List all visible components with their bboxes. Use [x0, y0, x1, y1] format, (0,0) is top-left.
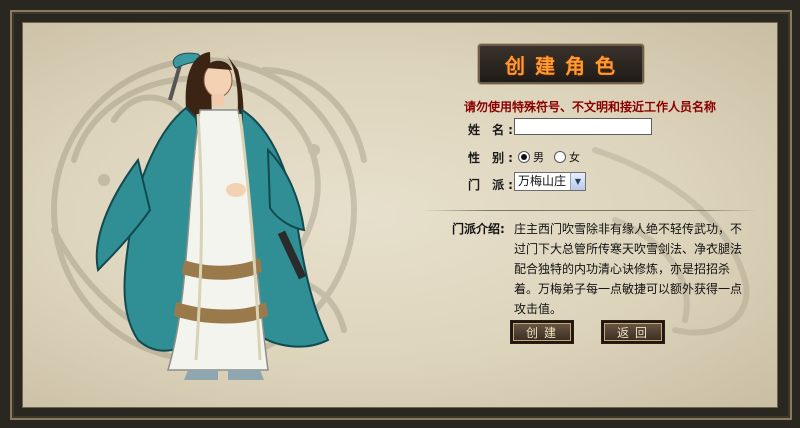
create-button[interactable]: 创建	[511, 321, 573, 343]
gender-radio-group: 男 女	[518, 149, 590, 165]
name-input[interactable]	[514, 118, 652, 135]
divider	[422, 210, 758, 211]
naming-warning: 请勿使用特殊符号、不文明和接近工作人员名称	[463, 100, 716, 114]
sect-label: 门 派:	[468, 178, 517, 192]
back-button[interactable]: 返回	[602, 321, 664, 343]
page-title: 创建角色	[505, 53, 625, 78]
title-plaque: 创建角色	[478, 44, 644, 84]
gender-female-label[interactable]: 女	[569, 149, 580, 165]
gender-male-label[interactable]: 男	[533, 149, 544, 165]
sect-intro-label: 门派介绍:	[452, 222, 505, 236]
gender-label: 性 别:	[468, 151, 517, 165]
back-button-label: 返回	[616, 325, 653, 340]
sect-select[interactable]: 万梅山庄 ▼	[514, 172, 586, 191]
chevron-down-icon[interactable]: ▼	[570, 173, 585, 190]
swordsman-character-icon	[95, 52, 330, 380]
gender-male-radio[interactable]	[518, 151, 530, 163]
sect-selected-value: 万梅山庄	[518, 174, 567, 188]
sect-intro-text: 庄主西门吹雪除非有缘人绝不轻传武功，不过门下大总管所传寒天吹雪剑法、净衣腿法配合…	[514, 222, 743, 316]
create-button-label: 创建	[525, 325, 562, 340]
name-label: 姓 名:	[468, 123, 517, 137]
gender-female-radio[interactable]	[554, 151, 566, 163]
